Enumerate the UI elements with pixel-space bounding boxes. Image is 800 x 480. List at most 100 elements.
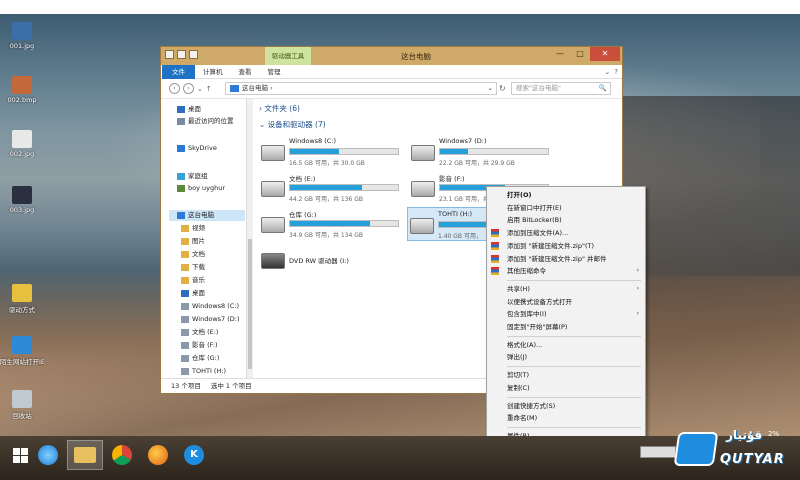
nav-item-label: 图片 — [192, 237, 205, 245]
nav-item[interactable]: 图片 — [181, 236, 205, 247]
context-menu-item[interactable]: 弹出(J) — [487, 351, 645, 363]
context-menu-item[interactable]: 剪切(T) — [487, 369, 645, 381]
context-menu-item[interactable]: 共享(H) › — [487, 283, 645, 295]
context-menu-item[interactable]: 启用 BitLocker(B) — [487, 214, 645, 226]
context-menu-item[interactable]: 格式化(A)... — [487, 339, 645, 351]
nav-item[interactable]: 桌面 — [181, 288, 205, 299]
nav-item[interactable]: Windows7 (D:) — [181, 314, 239, 325]
back-button[interactable]: ‹ — [169, 83, 180, 94]
context-menu: 打开(O) 在新窗口中打开(E) 启用 BitLocker(B) 添加到压缩文件(A)… — [486, 186, 646, 440]
desktop-icon[interactable]: 陌生网站打开IE — [0, 336, 44, 366]
chrome-icon — [112, 445, 132, 465]
devices-group-header[interactable]: ⌄ 设备和驱动器 (7) — [259, 119, 326, 130]
nav-item[interactable]: 影音 (F:) — [181, 340, 218, 351]
maximize-button[interactable]: □ — [570, 47, 590, 61]
up-button[interactable]: ↑ — [206, 85, 212, 93]
nav-item[interactable]: 仓库 (G:) — [181, 353, 219, 364]
menu-item-label: 包含到库中(I) — [507, 310, 547, 319]
devices-header-label: 设备和驱动器 (7) — [267, 120, 326, 129]
folders-group-header[interactable]: › 文件夹 (6) — [259, 103, 300, 114]
nav-item[interactable]: Windows8 (C:) — [181, 301, 239, 312]
nav-scrollbar-thumb[interactable] — [248, 239, 252, 369]
title-bar[interactable]: 驱动器工具 这台电脑 — □ ✕ — [161, 47, 622, 65]
nav-item[interactable]: SkyDrive — [177, 143, 217, 154]
nav-item-label: SkyDrive — [188, 144, 217, 152]
context-menu-item[interactable]: 以便携式设备方式打开 — [487, 296, 645, 308]
nav-item-label: 文档 (E:) — [192, 328, 219, 336]
desktop-icon[interactable]: 002.jpg — [0, 130, 44, 158]
help-icon[interactable]: ? — [614, 68, 618, 76]
context-menu-item[interactable]: 在新窗口中打开(E) — [487, 202, 645, 214]
taskbar-kugou[interactable]: K — [176, 440, 212, 470]
nav-item[interactable]: boy uyghur — [177, 183, 225, 194]
desktop-icon[interactable]: 002.bmp — [0, 76, 44, 104]
drive-usage-bar — [289, 148, 399, 155]
context-menu-item[interactable]: 复制(C) — [487, 382, 645, 394]
nav-item-icon — [181, 303, 189, 310]
nav-item-label: 桌面 — [192, 289, 205, 297]
nav-item[interactable]: 家庭组 — [177, 171, 208, 182]
drive-item[interactable]: Windows8 (C:) 16.5 GB 可用，共 30.0 GB — [259, 135, 409, 169]
nav-item[interactable]: 这台电脑 — [169, 210, 245, 221]
breadcrumb[interactable]: 这台电脑 › — [242, 84, 273, 92]
qat-dropdown-icon[interactable] — [189, 50, 198, 59]
desktop-icon[interactable]: 回收站 — [0, 390, 44, 420]
drive-item[interactable]: DVD RW 驱动器 (I:) — [259, 243, 409, 277]
nav-item[interactable]: 桌面 — [177, 104, 201, 115]
folder-icon — [74, 447, 96, 463]
close-button[interactable]: ✕ — [590, 47, 620, 61]
context-menu-item[interactable]: 添加到 "新建压缩文件.zip"(T) — [487, 240, 645, 252]
taskbar-ie[interactable] — [30, 440, 66, 470]
collapse-chevron-icon: ⌄ — [259, 120, 268, 129]
taskbar-chrome[interactable] — [104, 440, 140, 470]
search-input[interactable]: 搜索"这台电脑" 🔍 — [511, 82, 611, 95]
selected-count: 选中 1 个项目 — [210, 382, 252, 390]
context-menu-item[interactable]: 固定到"开始"屏幕(P) — [487, 321, 645, 333]
menu-item-label: 添加到压缩文件(A)... — [507, 229, 569, 238]
minimize-button[interactable]: — — [550, 47, 570, 61]
drive-item[interactable]: 文档 (E:) 44.2 GB 可用，共 136 GB — [259, 171, 409, 205]
archive-icon — [491, 241, 499, 250]
address-dropdown-icon[interactable]: ⌄ — [488, 83, 493, 94]
context-menu-item[interactable]: 包含到库中(I) › — [487, 308, 645, 320]
recent-locations-icon[interactable]: ⌄ — [197, 85, 203, 93]
desktop-icon[interactable]: 001.jpg — [0, 22, 44, 50]
tab-view[interactable]: 查看 — [231, 65, 260, 79]
nav-item[interactable]: TOHTI (H:) — [181, 366, 226, 377]
drive-free-space: 23.1 GB 可用，共 — [439, 196, 489, 203]
context-menu-item[interactable]: 添加到 "新建压缩文件.zip" 并邮件 — [487, 253, 645, 265]
nav-item[interactable]: 视频 — [181, 223, 205, 234]
tab-computer[interactable]: 计算机 — [195, 65, 231, 79]
taskbar-firefox[interactable] — [140, 440, 176, 470]
refresh-icon[interactable]: ↻ — [499, 84, 506, 93]
context-menu-item[interactable]: 打开(O) — [487, 189, 645, 201]
new-folder-icon[interactable] — [177, 50, 186, 59]
search-icon[interactable]: 🔍 — [599, 83, 607, 94]
tab-manage[interactable]: 管理 — [260, 65, 289, 79]
nav-item[interactable]: 文档 — [181, 249, 205, 260]
submenu-arrow-icon: › — [636, 267, 639, 275]
nav-item[interactable]: 下载 — [181, 262, 205, 273]
context-menu-item[interactable]: 创建快捷方式(S) — [487, 400, 645, 412]
nav-item[interactable]: 最近访问的位置 — [177, 116, 234, 127]
window-title: 这台电脑 — [401, 52, 431, 61]
address-input[interactable]: 这台电脑 › ⌄ — [225, 82, 497, 95]
context-menu-item[interactable]: 其他压缩命令 › — [487, 265, 645, 277]
drive-name: Windows7 (D:) — [439, 137, 487, 145]
properties-icon[interactable] — [165, 50, 174, 59]
ribbon-expand-icon[interactable]: ⌄ — [604, 68, 610, 76]
tab-file[interactable]: 文件 — [162, 64, 195, 79]
forward-button[interactable]: › — [183, 83, 194, 94]
nav-item[interactable]: 文档 (E:) — [181, 327, 218, 338]
address-bar-row: ‹ › ⌄ ↑ 这台电脑 › ⌄ ↻ 搜索"这台电脑" 🔍 — [161, 79, 622, 99]
nav-item[interactable]: 音乐 — [181, 275, 205, 286]
desktop-icon[interactable]: 驱动方式 — [0, 284, 44, 314]
keyboard-icon[interactable] — [640, 446, 676, 458]
context-menu-item[interactable]: 重命名(M) — [487, 412, 645, 424]
context-menu-item[interactable]: 添加到压缩文件(A)... — [487, 227, 645, 239]
drive-name: 仓库 (G:) — [289, 211, 317, 219]
drive-item[interactable]: Windows7 (D:) 22.2 GB 可用，共 29.9 GB — [409, 135, 559, 169]
drive-item[interactable]: 仓库 (G:) 34.9 GB 可用，共 134 GB — [259, 207, 409, 241]
desktop-icon[interactable]: 003.jpg — [0, 186, 44, 214]
taskbar-explorer[interactable] — [67, 440, 103, 470]
